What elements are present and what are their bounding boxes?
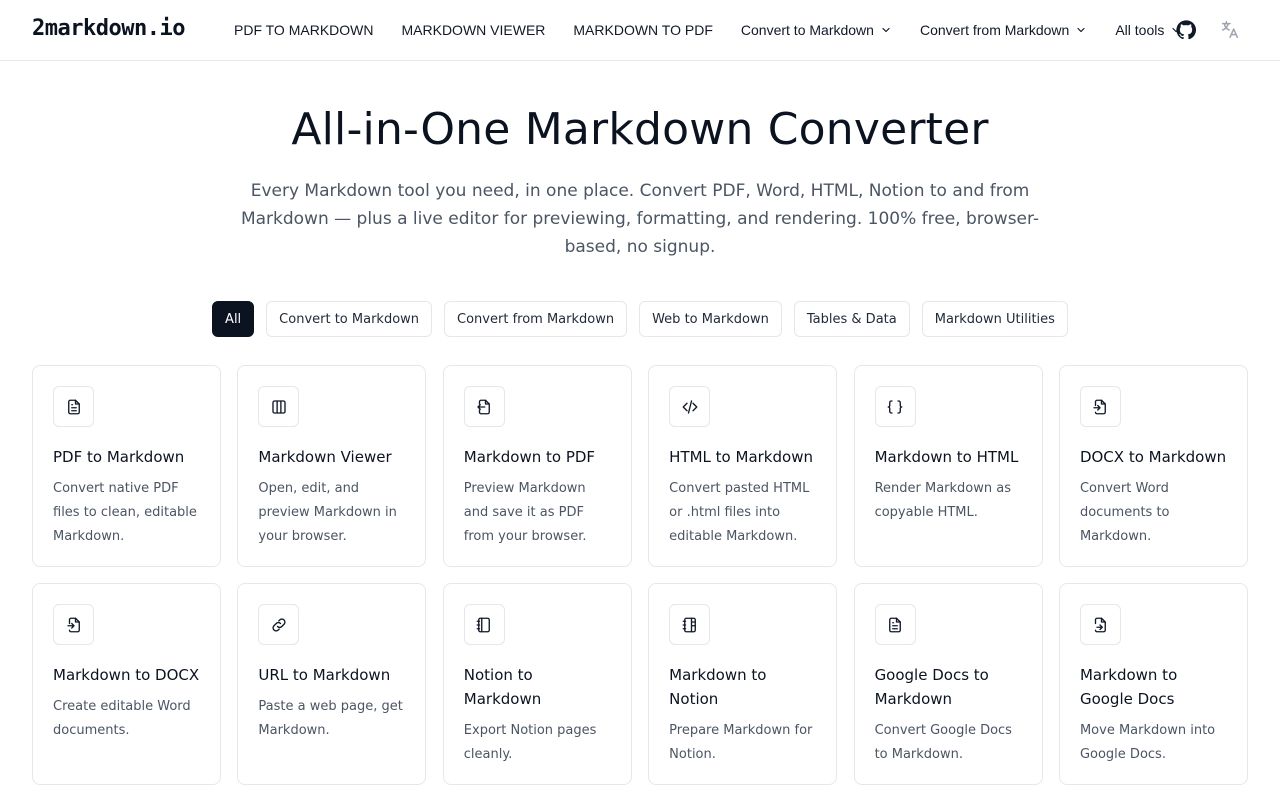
nav-label: All tools bbox=[1115, 22, 1165, 38]
tool-title: DOCX to Markdown bbox=[1079, 448, 1227, 466]
tool-description: Export Notion pages cleanly. bbox=[463, 723, 597, 762]
tool-description: Convert pasted HTML or .html files into … bbox=[669, 481, 810, 544]
nav-label: MARKDOWN TO PDF bbox=[573, 22, 713, 38]
tool-description: Paste a web page, get Markdown. bbox=[258, 699, 403, 738]
page-title: All-in-One Markdown Converter bbox=[291, 104, 989, 155]
tool-description: Prepare Markdown for Notion. bbox=[669, 723, 813, 762]
tool-card-url-to-markdown[interactable]: URL to Markdown Paste a web page, get Ma… bbox=[237, 583, 427, 785]
chevron-down-icon bbox=[1075, 24, 1087, 36]
nav-convert-to-markdown[interactable]: Convert to Markdown bbox=[741, 22, 892, 38]
notebook-tabs-icon bbox=[669, 604, 711, 645]
main-nav: PDF TO MARKDOWN MARKDOWN VIEWER MARKDOWN… bbox=[234, 0, 1210, 60]
github-icon[interactable] bbox=[1175, 19, 1197, 41]
file-text-icon bbox=[874, 604, 916, 645]
tool-title: Markdown Viewer bbox=[258, 448, 392, 466]
translate-icon[interactable] bbox=[1219, 19, 1241, 41]
tool-title: URL to Markdown bbox=[258, 666, 391, 684]
file-text-icon bbox=[53, 386, 94, 427]
tool-description: Preview Markdown and save it as PDF from… bbox=[463, 481, 587, 544]
tool-description: Convert Google Docs to Markdown. bbox=[874, 723, 1012, 762]
nav-label: MARKDOWN VIEWER bbox=[401, 22, 546, 38]
tool-card-markdown-to-notion[interactable]: Markdown to Notion Prepare Markdown for … bbox=[648, 583, 838, 785]
nav-all-tools[interactable]: All tools bbox=[1115, 22, 1182, 38]
file-import-icon bbox=[53, 604, 94, 645]
site-header: 2markdown.io PDF TO MARKDOWN MARKDOWN VI… bbox=[0, 0, 1280, 61]
tool-description: Convert native PDF files to clean, edita… bbox=[53, 481, 197, 544]
tool-description: Render Markdown as copyable HTML. bbox=[874, 481, 1011, 520]
nav-label: PDF TO MARKDOWN bbox=[234, 22, 374, 38]
tool-description: Open, edit, and preview Markdown in your… bbox=[258, 481, 397, 544]
filter-web-to-markdown[interactable]: Web to Markdown bbox=[639, 301, 782, 337]
code-icon bbox=[669, 386, 711, 427]
tool-card-markdown-to-html[interactable]: Markdown to HTML Render Markdown as copy… bbox=[853, 365, 1043, 567]
file-export-icon bbox=[463, 386, 505, 427]
braces-icon bbox=[874, 386, 916, 427]
tool-card-google-docs-to-markdown[interactable]: Google Docs to Markdown Convert Google D… bbox=[853, 583, 1043, 785]
tool-title: Markdown to DOCX bbox=[53, 666, 200, 684]
nav-markdown-to-pdf[interactable]: MARKDOWN TO PDF bbox=[573, 22, 713, 38]
category-filters: All Convert to Markdown Convert from Mar… bbox=[0, 301, 1280, 337]
nav-markdown-viewer[interactable]: MARKDOWN VIEWER bbox=[402, 22, 546, 38]
tool-title: Markdown to Notion bbox=[669, 666, 767, 708]
tool-title: Notion to Markdown bbox=[463, 666, 542, 708]
filter-tables-data[interactable]: Tables & Data bbox=[793, 301, 910, 337]
nav-label: Convert to Markdown bbox=[740, 22, 874, 38]
tool-card-pdf-to-markdown[interactable]: PDF to Markdown Convert native PDF files… bbox=[32, 365, 221, 567]
nav-pdf-to-markdown[interactable]: PDF TO MARKDOWN bbox=[234, 22, 374, 38]
tool-card-markdown-to-google-docs[interactable]: Markdown to Google Docs Move Markdown in… bbox=[1058, 583, 1248, 785]
tool-title: Markdown to PDF bbox=[463, 448, 596, 466]
tool-card-html-to-markdown[interactable]: HTML to Markdown Convert pasted HTML or … bbox=[648, 365, 838, 567]
tool-card-markdown-to-docx[interactable]: Markdown to DOCX Create editable Word do… bbox=[32, 583, 221, 785]
nav-label: Convert from Markdown bbox=[919, 22, 1070, 38]
tool-title: Markdown to HTML bbox=[874, 448, 1019, 466]
chevron-down-icon bbox=[880, 24, 892, 36]
tool-title: PDF to Markdown bbox=[53, 448, 185, 466]
filter-all[interactable]: All bbox=[212, 301, 255, 337]
tool-card-notion-to-markdown[interactable]: Notion to Markdown Export Notion pages c… bbox=[442, 583, 632, 785]
tool-description: Move Markdown into Google Docs. bbox=[1079, 723, 1216, 762]
filter-convert-from-markdown[interactable]: Convert from Markdown bbox=[444, 301, 628, 337]
tool-description: Convert Word documents to Markdown. bbox=[1079, 481, 1170, 544]
columns-icon bbox=[258, 386, 300, 427]
tool-title: Markdown to Google Docs bbox=[1079, 666, 1178, 708]
link-icon bbox=[258, 604, 300, 645]
file-import-icon bbox=[1079, 386, 1121, 427]
nav-convert-from-markdown[interactable]: Convert from Markdown bbox=[920, 22, 1087, 38]
site-logo[interactable]: 2markdown.io bbox=[32, 16, 185, 41]
tool-description: Create editable Word documents. bbox=[53, 699, 191, 738]
tool-card-markdown-to-pdf[interactable]: Markdown to PDF Preview Markdown and sav… bbox=[442, 365, 632, 567]
tool-card-docx-to-markdown[interactable]: DOCX to Markdown Convert Word documents … bbox=[1058, 365, 1248, 567]
tools-grid: PDF to Markdown Convert native PDF files… bbox=[32, 365, 1248, 785]
filter-convert-to-markdown[interactable]: Convert to Markdown bbox=[266, 301, 433, 337]
file-input-icon bbox=[1079, 604, 1121, 645]
tool-card-markdown-viewer[interactable]: Markdown Viewer Open, edit, and preview … bbox=[237, 365, 427, 567]
page-subtitle: Every Markdown tool you need, in one pla… bbox=[240, 181, 1040, 257]
notebook-icon bbox=[463, 604, 505, 645]
tool-title: Google Docs to Markdown bbox=[874, 666, 989, 708]
tool-title: HTML to Markdown bbox=[669, 448, 813, 466]
filter-markdown-utilities[interactable]: Markdown Utilities bbox=[921, 301, 1068, 337]
